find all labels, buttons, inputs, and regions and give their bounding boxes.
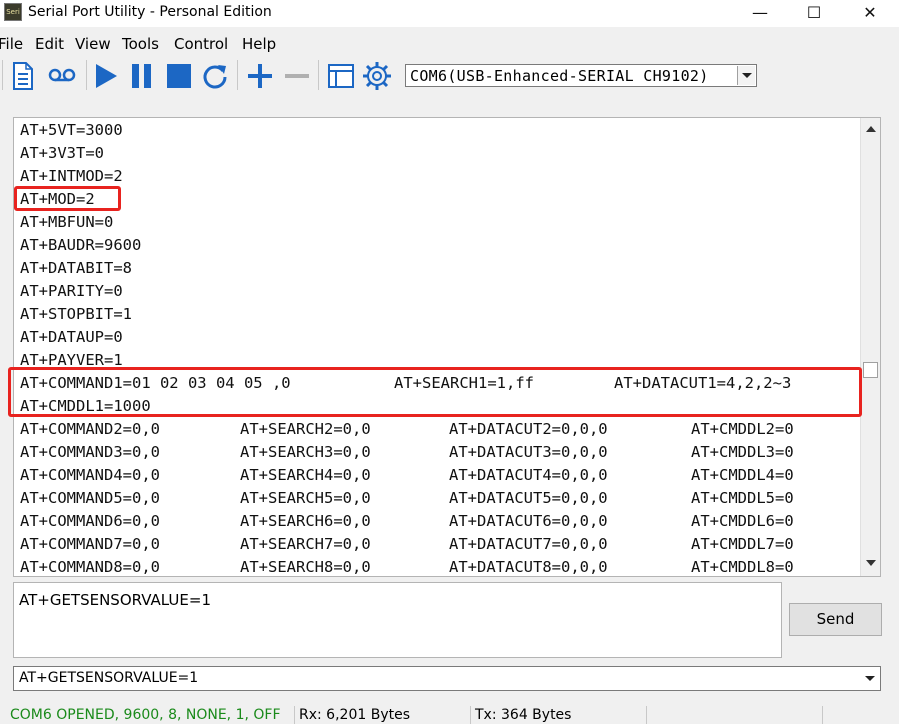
output-cell: AT+CMDDL5=0 [691, 489, 794, 507]
toolbar: COM6(USB-Enhanced-SERIAL CH9102) [0, 56, 899, 96]
menu-edit[interactable]: Edit [35, 35, 64, 53]
output-cell: AT+COMMAND7=0,0 [20, 535, 160, 553]
plus-icon[interactable] [246, 63, 274, 89]
status-empty-cell [646, 706, 821, 724]
output-cell: AT+SEARCH5=0,0 [240, 489, 371, 507]
output-cell: AT+SEARCH3=0,0 [240, 443, 371, 461]
output-cell: AT+CMDDL3=0 [691, 443, 794, 461]
output-line: AT+BAUDR=9600 [20, 236, 142, 254]
output-line: AT+MBFUN=0 [20, 213, 114, 231]
output-cell: AT+CMDDL7=0 [691, 535, 794, 553]
output-line: AT+STOPBIT=1 [20, 305, 132, 323]
menu-view[interactable]: View [75, 35, 111, 53]
toolbar-separator [86, 60, 87, 90]
output-line: AT+PARITY=0 [20, 282, 123, 300]
pause-icon[interactable] [129, 62, 155, 90]
scroll-up-arrow-icon[interactable] [862, 120, 880, 138]
menu-file[interactable]: File [0, 35, 23, 53]
menu-help[interactable]: Help [242, 35, 276, 53]
window-icon[interactable] [327, 63, 355, 89]
status-bar: COM6 OPENED, 9600, 8, NONE, 1, OFF Rx: 6… [0, 704, 899, 724]
status-tx-count: Tx: 364 Bytes [470, 706, 645, 724]
minus-icon[interactable] [283, 63, 311, 89]
output-cell: AT+CMDDL4=0 [691, 466, 794, 484]
scroll-down-arrow-icon[interactable] [862, 554, 880, 572]
menu-control[interactable]: Control [174, 35, 228, 53]
output-cell: AT+CMDDL2=0 [691, 420, 794, 438]
port-select[interactable]: COM6(USB-Enhanced-SERIAL CH9102) [405, 64, 757, 87]
toolbar-grip [2, 60, 3, 90]
output-cell: AT+DATACUT5=0,0,0 [449, 489, 608, 507]
app-icon: Seri [4, 3, 22, 21]
play-icon[interactable] [93, 62, 119, 90]
output-cell: AT+CMDDL8=0 [691, 558, 794, 576]
menu-tools[interactable]: Tools [122, 35, 159, 53]
scrollbar-thumb[interactable] [863, 362, 878, 378]
output-row: AT+COMMAND3=0,0 AT+SEARCH3=0,0 AT+DATACU… [20, 442, 860, 462]
output-row: AT+COMMAND7=0,0 AT+SEARCH7=0,0 AT+DATACU… [20, 534, 860, 554]
history-combo[interactable]: AT+GETSENSORVALUE=1 [13, 666, 881, 691]
minimize-button[interactable]: — [735, 0, 785, 27]
output-cell: AT+DATACUT6=0,0,0 [449, 512, 608, 530]
output-cell: AT+COMMAND5=0,0 [20, 489, 160, 507]
port-select-value: COM6(USB-Enhanced-SERIAL CH9102) [410, 67, 709, 85]
send-input-area[interactable]: AT+GETSENSORVALUE=1 [13, 582, 782, 658]
output-cell: AT+DATACUT8=0,0,0 [449, 558, 608, 576]
output-row: AT+COMMAND8=0,0 AT+SEARCH8=0,0 AT+DATACU… [20, 557, 860, 576]
output-cell: AT+COMMAND3=0,0 [20, 443, 160, 461]
output-cell: AT+SEARCH4=0,0 [240, 466, 371, 484]
maximize-button[interactable]: ☐ [789, 0, 839, 27]
status-rx-count: Rx: 6,201 Bytes [294, 706, 468, 724]
highlight-box-command1 [8, 367, 862, 417]
output-cell: AT+SEARCH8=0,0 [240, 558, 371, 576]
output-line: AT+INTMOD=2 [20, 167, 123, 185]
output-scrollbar[interactable] [860, 118, 880, 576]
output-cell: AT+COMMAND8=0,0 [20, 558, 160, 576]
document-icon[interactable] [12, 62, 34, 90]
gear-icon[interactable] [362, 61, 392, 91]
send-button[interactable]: Send [789, 603, 882, 636]
dropdown-arrow-icon[interactable] [737, 66, 755, 85]
output-row: AT+COMMAND4=0,0 AT+SEARCH4=0,0 AT+DATACU… [20, 465, 860, 485]
output-line: AT+5VT=3000 [20, 121, 123, 139]
menu-bar: File Edit View Tools Control Help [0, 30, 899, 56]
status-empty-cell [822, 706, 899, 724]
output-cell: AT+DATACUT7=0,0,0 [449, 535, 608, 553]
output-cell: AT+DATACUT3=0,0,0 [449, 443, 608, 461]
output-cell: AT+COMMAND6=0,0 [20, 512, 160, 530]
output-cell: AT+COMMAND2=0,0 [20, 420, 160, 438]
output-cell: AT+COMMAND4=0,0 [20, 466, 160, 484]
output-row: AT+COMMAND6=0,0 AT+SEARCH6=0,0 AT+DATACU… [20, 511, 860, 531]
refresh-icon[interactable] [201, 62, 229, 90]
output-line: AT+3V3T=0 [20, 144, 104, 162]
output-cell: AT+SEARCH2=0,0 [240, 420, 371, 438]
toolbar-separator [318, 60, 319, 90]
stop-icon[interactable] [165, 62, 193, 90]
window-title: Serial Port Utility - Personal Edition [28, 4, 272, 20]
send-input-text: AT+GETSENSORVALUE=1 [19, 591, 211, 609]
output-cell: AT+SEARCH6=0,0 [240, 512, 371, 530]
output-cell: AT+SEARCH7=0,0 [240, 535, 371, 553]
output-row: AT+COMMAND2=0,0 AT+SEARCH2=0,0 AT+DATACU… [20, 419, 860, 439]
output-line: AT+DATAUP=0 [20, 328, 123, 346]
output-cell: AT+DATACUT4=0,0,0 [449, 466, 608, 484]
toolbar-separator [237, 60, 238, 90]
output-cell: AT+CMDDL6=0 [691, 512, 794, 530]
output-row: AT+COMMAND5=0,0 AT+SEARCH5=0,0 AT+DATACU… [20, 488, 860, 508]
receive-output-area[interactable]: AT+5VT=3000 AT+3V3T=0 AT+INTMOD=2 AT+MOD… [13, 117, 881, 577]
status-port-state: COM6 OPENED, 9600, 8, NONE, 1, OFF [10, 707, 281, 723]
record-icon[interactable] [48, 68, 76, 84]
output-cell: AT+DATACUT2=0,0,0 [449, 420, 608, 438]
highlight-box-mod [14, 186, 121, 211]
output-line: AT+DATABIT=8 [20, 259, 132, 277]
dropdown-arrow-icon[interactable] [861, 668, 879, 689]
close-button[interactable]: ✕ [845, 0, 895, 27]
history-combo-value: AT+GETSENSORVALUE=1 [19, 670, 199, 686]
title-bar: Seri Serial Port Utility - Personal Edit… [0, 0, 899, 27]
